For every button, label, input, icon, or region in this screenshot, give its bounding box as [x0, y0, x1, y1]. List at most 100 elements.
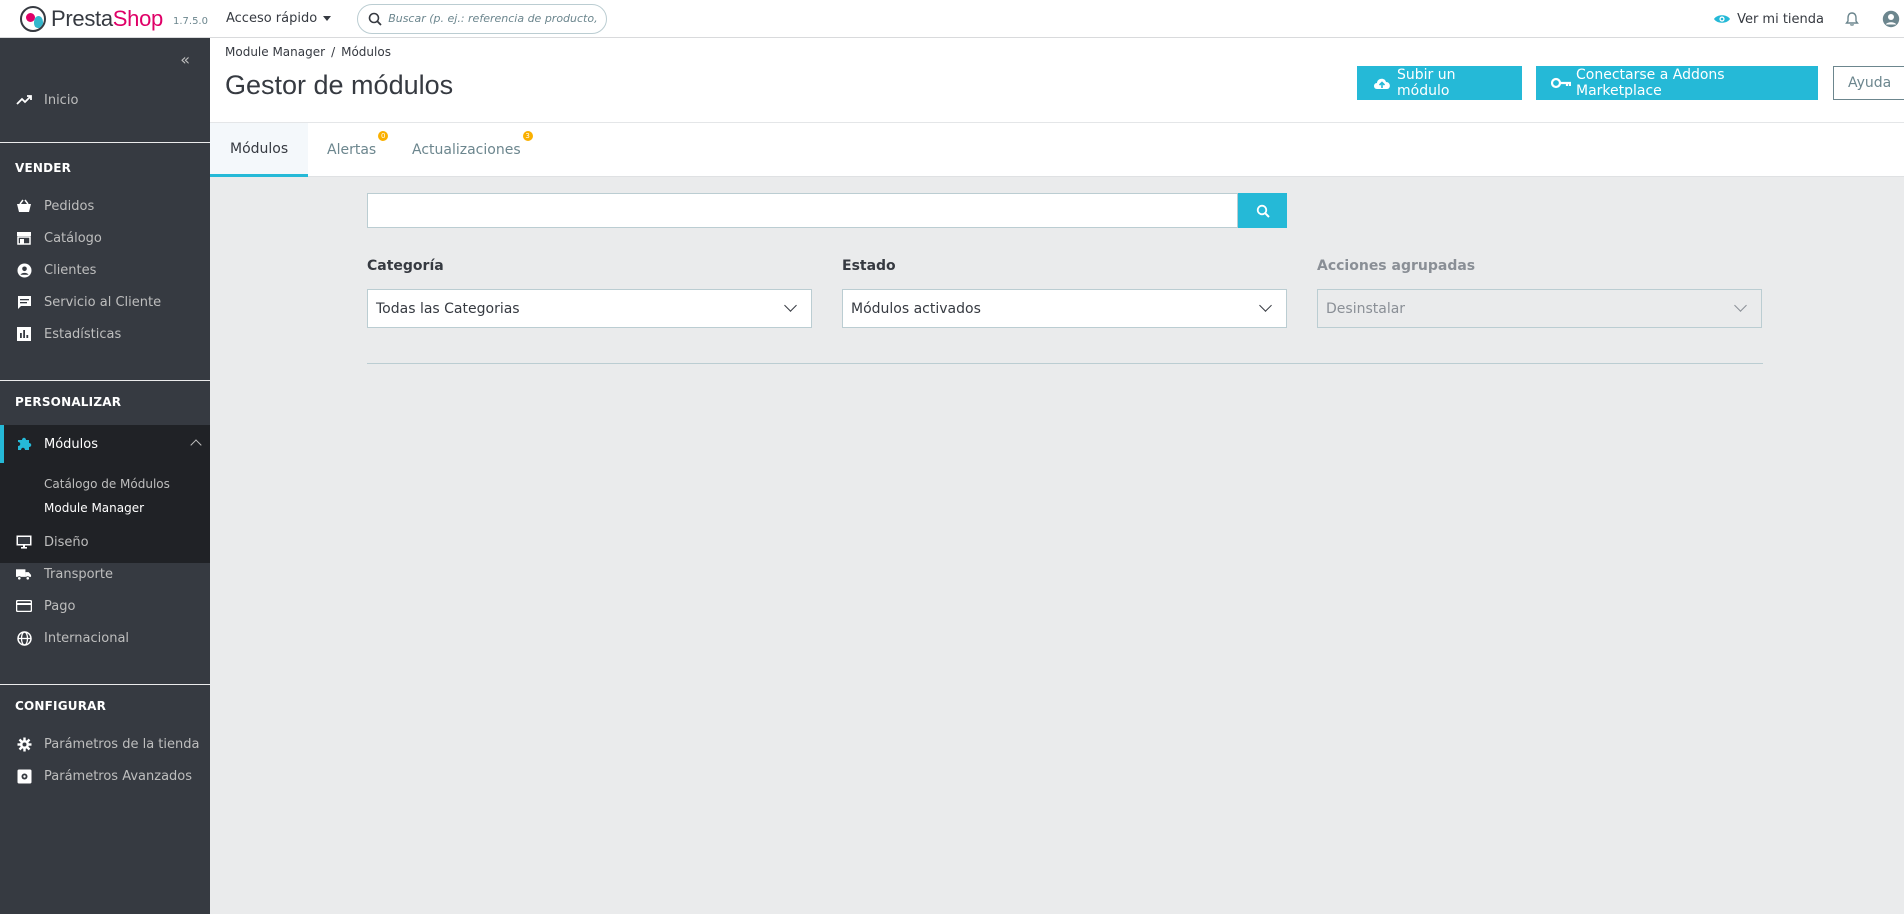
- sidebar-item-parametros-avanzados[interactable]: Parámetros Avanzados: [0, 761, 210, 791]
- sidebar-item-label: Inicio: [44, 92, 79, 108]
- section-title-personalizar: PERSONALIZAR: [15, 395, 122, 409]
- sidebar-item-label: Pago: [44, 598, 76, 614]
- sidebar-item-inicio[interactable]: Inicio: [0, 85, 210, 115]
- sidebar-item-label: Servicio al Cliente: [44, 294, 162, 310]
- section-title-configurar: CONFIGURAR: [15, 699, 107, 713]
- sidebar-item-parametros-tienda[interactable]: Parámetros de la tienda: [0, 729, 210, 759]
- sidebar-item-servicio-cliente[interactable]: Servicio al Cliente: [0, 287, 210, 317]
- chevron-down-icon: [1259, 299, 1272, 312]
- status-select-value: Módulos activados: [851, 300, 981, 317]
- breadcrumb-item-module-manager[interactable]: Module Manager: [225, 45, 325, 59]
- view-store-label: Ver mi tienda: [1737, 11, 1824, 27]
- chat-icon: [16, 294, 32, 310]
- quick-access-label: Acceso rápido: [225, 11, 318, 26]
- eye-icon: [1714, 15, 1731, 23]
- section-title-vender: VENDER: [15, 161, 72, 175]
- chevron-down-icon: [1734, 299, 1747, 312]
- sidebar-item-label: Estadísticas: [44, 326, 122, 342]
- sidebar-item-internacional[interactable]: Internacional: [0, 623, 210, 653]
- connect-addons-button[interactable]: Conectarse a Addons Marketplace: [1536, 66, 1818, 100]
- prestashop-logo[interactable]: PrestaShop: [20, 5, 163, 32]
- updates-count-badge: 3: [522, 131, 533, 141]
- tab-modulos[interactable]: Módulos: [210, 123, 309, 177]
- sidebar-item-label: Internacional: [44, 630, 130, 646]
- caret-down-icon: [323, 16, 332, 21]
- account-circle-icon: [16, 262, 32, 278]
- tab-label: Alertas: [327, 142, 377, 158]
- user-account-icon[interactable]: [1882, 10, 1900, 28]
- sidebar-item-pago[interactable]: Pago: [0, 591, 210, 621]
- submenu-item-module-manager[interactable]: Module Manager: [44, 501, 144, 515]
- view-store-link[interactable]: Ver mi tienda: [1713, 12, 1824, 27]
- prestashop-logo-icon: [20, 5, 46, 32]
- gear-icon: [16, 736, 32, 752]
- status-filter-label: Estado: [842, 258, 896, 274]
- sidebar-item-label: Pedidos: [44, 198, 95, 214]
- desktop-icon: [16, 534, 32, 550]
- collapse-sidebar-icon[interactable]: «: [180, 50, 190, 69]
- sidebar-item-label: Transporte: [44, 566, 113, 582]
- module-search: [367, 193, 1287, 228]
- tab-label: Actualizaciones: [412, 142, 521, 158]
- sidebar-item-label: Parámetros Avanzados: [44, 768, 193, 784]
- puzzle-icon: [16, 436, 32, 452]
- cloud-upload-icon: [1372, 76, 1392, 90]
- shopping-basket-icon: [16, 198, 32, 214]
- notifications-bell-icon[interactable]: [1844, 11, 1860, 27]
- bulk-actions-label: Acciones agrupadas: [1317, 258, 1476, 274]
- divider: [0, 142, 210, 143]
- bar-chart-icon: [16, 326, 32, 342]
- key-icon: [1551, 77, 1571, 89]
- connect-addons-label: Conectarse a Addons Marketplace: [1576, 67, 1725, 99]
- settings-box-icon: [16, 768, 32, 784]
- sidebar-item-modulos[interactable]: Módulos: [0, 425, 210, 463]
- quick-access-dropdown[interactable]: Acceso rápido: [225, 11, 332, 26]
- truck-icon: [16, 566, 32, 582]
- sidebar-item-label: Módulos: [44, 436, 98, 452]
- sidebar-item-label: Diseño: [44, 534, 89, 550]
- tab-actualizaciones[interactable]: Actualizaciones 3: [412, 123, 533, 177]
- divider: [0, 684, 210, 685]
- category-select[interactable]: Todas las Categorias: [367, 289, 812, 328]
- chevron-down-icon: [784, 299, 797, 312]
- breadcrumb-separator: /: [331, 45, 336, 59]
- module-search-input[interactable]: [367, 193, 1238, 228]
- sidebar: « Inicio VENDER Pedidos Catálogo Cliente…: [0, 38, 210, 914]
- upload-module-button[interactable]: Subir un módulo: [1357, 66, 1522, 100]
- credit-card-icon: [16, 598, 32, 614]
- sidebar-item-diseno[interactable]: Diseño: [0, 527, 210, 557]
- category-filter-label: Categoría: [367, 258, 444, 274]
- module-search-button[interactable]: [1238, 193, 1287, 228]
- help-label: Ayuda: [1848, 75, 1892, 91]
- breadcrumb-item-modulos: Módulos: [341, 45, 391, 59]
- page-title: Gestor de módulos: [225, 70, 454, 100]
- sidebar-item-transporte[interactable]: Transporte: [0, 559, 210, 589]
- tab-alertas[interactable]: Alertas 0: [327, 123, 389, 177]
- sidebar-item-catalogo[interactable]: Catálogo: [0, 223, 210, 253]
- category-select-value: Todas las Categorias: [376, 300, 520, 317]
- help-button[interactable]: Ayuda: [1833, 66, 1904, 100]
- module-tabs: Módulos Alertas 0 Actualizaciones 3: [210, 122, 1904, 177]
- bulk-actions-select: Desinstalar: [1317, 289, 1762, 328]
- trending-icon: [16, 92, 32, 108]
- header-search[interactable]: [357, 3, 608, 34]
- version-label: 1.7.5.0: [172, 16, 208, 27]
- sidebar-item-pedidos[interactable]: Pedidos: [0, 191, 210, 221]
- sidebar-item-label: Clientes: [44, 262, 97, 278]
- content-divider: [367, 363, 1763, 364]
- status-select[interactable]: Módulos activados: [842, 289, 1287, 328]
- header-search-input[interactable]: [388, 12, 599, 25]
- submenu-item-catalogo-modulos[interactable]: Catálogo de Módulos: [44, 477, 170, 491]
- sidebar-item-label: Parámetros de la tienda: [44, 736, 200, 752]
- page-header: Module Manager / Módulos Gestor de módulos…: [210, 38, 1904, 122]
- logo-text-shop: Shop: [112, 5, 163, 31]
- tab-label: Módulos: [230, 140, 289, 157]
- sidebar-item-estadisticas[interactable]: Estadísticas: [0, 319, 210, 349]
- sidebar-item-clientes[interactable]: Clientes: [0, 255, 210, 285]
- logo-text: PrestaShop: [51, 6, 163, 32]
- chevron-up-icon: [190, 439, 202, 451]
- store-icon: [16, 230, 32, 246]
- globe-icon: [16, 630, 32, 646]
- logo-text-presta: Presta: [51, 5, 113, 31]
- top-header: PrestaShop 1.7.5.0 Acceso rápido Ver mi …: [0, 0, 1904, 38]
